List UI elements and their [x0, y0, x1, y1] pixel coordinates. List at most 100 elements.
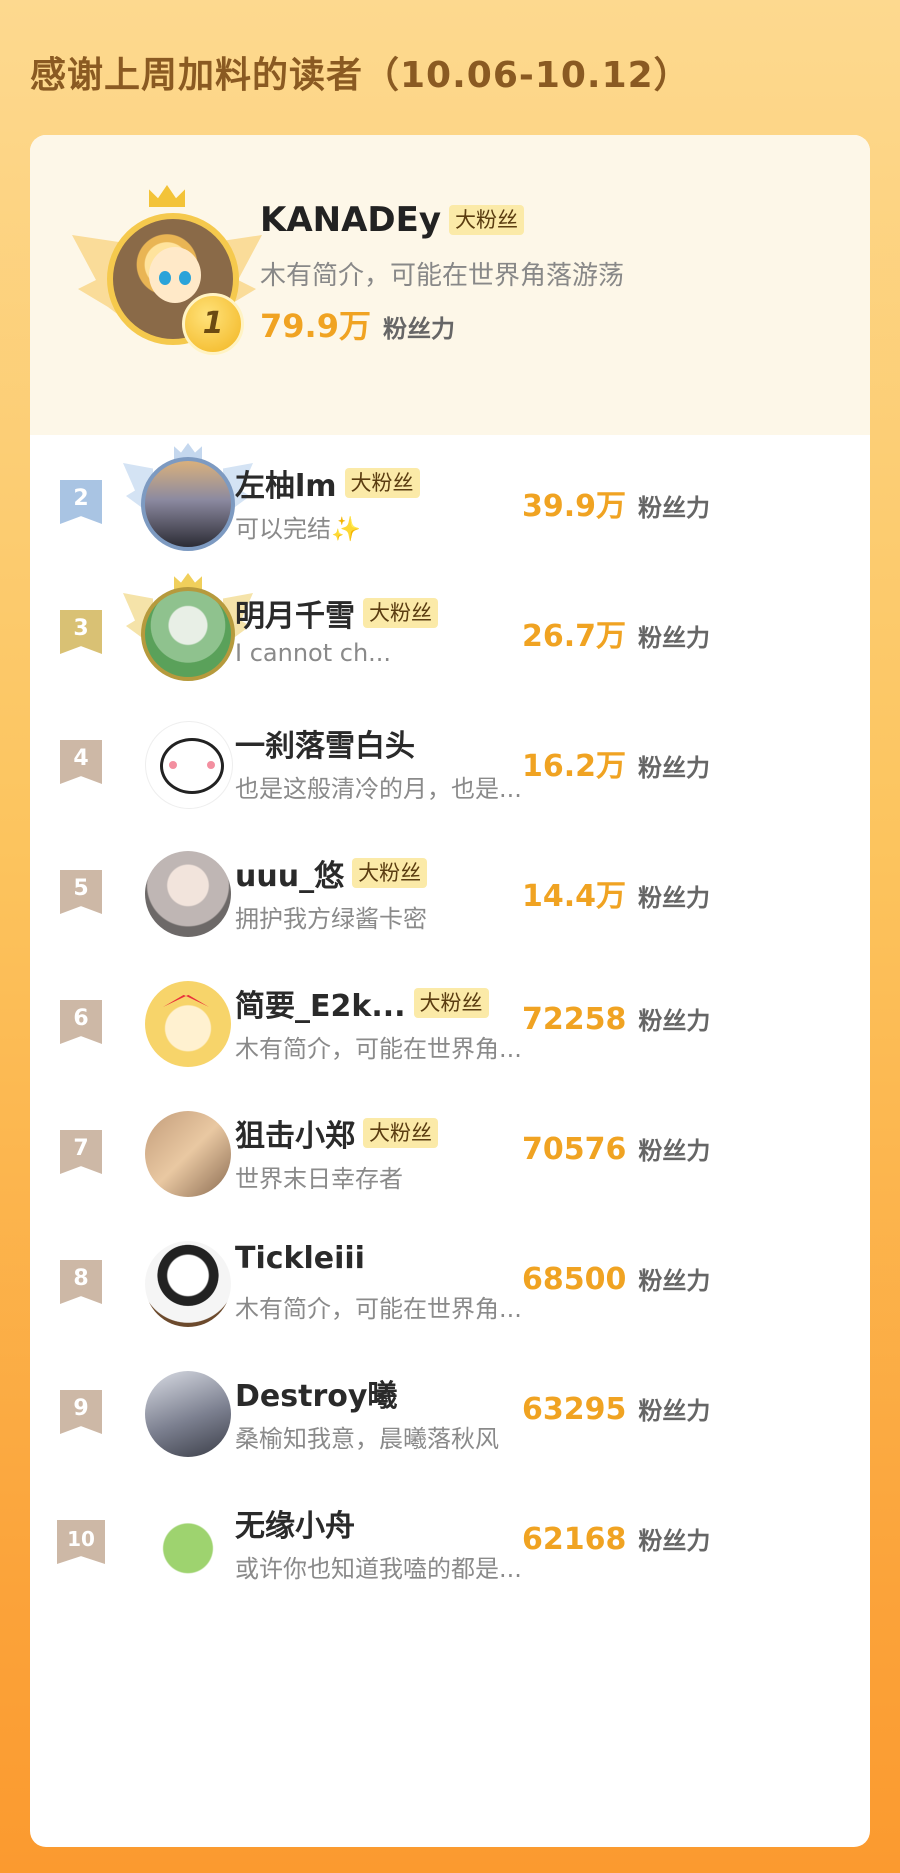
score-value: 62168	[522, 1522, 627, 1557]
score-unit: 粉丝力	[638, 884, 711, 912]
user-bio: 木有简介，可能在世界角落游荡	[260, 261, 625, 291]
score-block: 63295 粉丝力	[522, 1391, 710, 1427]
score-unit: 粉丝力	[638, 1527, 711, 1555]
list-item[interactable]: 10 无缘小舟 或许你也知道我嗑的都是... 62168 粉丝力	[30, 1475, 870, 1605]
user-name[interactable]: 一刹落雪白头	[235, 721, 415, 765]
fan-badge: 大粉丝	[363, 1118, 438, 1148]
user-bio: I cannot ch...	[235, 639, 392, 667]
rank-flag-icon: 2	[60, 480, 102, 524]
score-unit: 粉丝力	[638, 624, 711, 652]
score-block: 39.9万 粉丝力	[522, 481, 710, 525]
score-value: 39.9万	[522, 489, 627, 524]
crown-icon	[149, 185, 185, 207]
avatar[interactable]	[145, 1501, 231, 1587]
fan-badge: 大粉丝	[449, 205, 525, 235]
score-value: 79.9万	[260, 307, 371, 345]
rank-flag-icon: 5	[60, 870, 102, 914]
avatar[interactable]	[145, 1371, 231, 1457]
score-value: 72258	[522, 1002, 627, 1037]
score-unit: 粉丝力	[638, 754, 711, 782]
name-line: 无缘小舟	[235, 1501, 355, 1545]
score-block: 62168 粉丝力	[522, 1521, 710, 1557]
avatar[interactable]	[145, 1241, 231, 1327]
name-line: 明月千雪 大粉丝	[235, 591, 438, 635]
user-name[interactable]: 明月千雪	[235, 591, 355, 635]
name-line: 狙击小郑 大粉丝	[235, 1111, 438, 1155]
avatar-frame	[123, 711, 253, 821]
score-unit: 粉丝力	[638, 1007, 711, 1035]
name-line: 简要_E2k... 大粉丝	[235, 981, 489, 1025]
avatar[interactable]	[141, 457, 235, 551]
avatar[interactable]	[145, 851, 231, 937]
avatar[interactable]	[145, 981, 231, 1067]
user-name[interactable]: 狙击小郑	[235, 1111, 355, 1155]
list-item[interactable]: 2 左柚lm 大粉丝 可以完结✨ 39.9万 粉丝力	[30, 435, 870, 565]
avatar-frame	[123, 443, 253, 561]
list-item[interactable]: 8 Tickleiii 木有简介，可能在世界角... 68500 粉丝力	[30, 1215, 870, 1345]
score-block: 26.7万 粉丝力	[522, 611, 710, 655]
avatar-frame	[123, 841, 253, 951]
rank-flag-icon: 7	[60, 1130, 102, 1174]
list-item[interactable]: 4 一刹落雪白头 也是这般清冷的月，也是... 16.2万 粉丝力	[30, 695, 870, 825]
score-value: 16.2万	[522, 749, 627, 784]
user-name[interactable]: 简要_E2k...	[235, 981, 406, 1025]
name-line: uuu_悠 大粉丝	[235, 851, 428, 895]
list-item[interactable]: 7 狙击小郑 大粉丝 世界末日幸存者 70576 粉丝力	[30, 1085, 870, 1215]
user-bio: 桑榆知我意，晨曦落秋风	[235, 1425, 499, 1453]
avatar-frame	[123, 1101, 253, 1211]
score-block: 16.2万 粉丝力	[522, 741, 710, 785]
user-name[interactable]: 左柚lm	[235, 461, 337, 505]
fan-badge: 大粉丝	[363, 598, 438, 628]
bow-icon	[163, 985, 209, 1007]
fan-badge: 大粉丝	[344, 468, 420, 498]
list-item[interactable]: 6 简要_E2k... 大粉丝 木有简介，可能在世界角... 72258 粉丝力	[30, 955, 870, 1085]
score-value: 68500	[522, 1262, 627, 1297]
rank-flag-icon: 3	[60, 610, 102, 654]
user-bio: 可以完结✨	[235, 515, 361, 543]
avatar-eye-icon	[179, 271, 191, 285]
avatar[interactable]	[145, 1111, 231, 1197]
avatar-eye-icon	[159, 271, 171, 285]
bear-face-icon	[160, 738, 224, 794]
rank-flag-icon: 10	[57, 1520, 105, 1564]
avatar-frame	[123, 971, 253, 1081]
user-bio: 或许你也知道我嗑的都是...	[235, 1555, 522, 1583]
user-bio: 木有简介，可能在世界角...	[235, 1295, 522, 1323]
user-bio: 也是这般清冷的月，也是...	[235, 775, 522, 803]
rank-coin-icon: 1	[182, 293, 244, 355]
user-name[interactable]: Tickleiii	[235, 1241, 365, 1276]
rank-flag-icon: 6	[60, 1000, 102, 1044]
score-value: 63295	[522, 1392, 627, 1427]
list-item[interactable]: 5 uuu_悠 大粉丝 拥护我方绿酱卡密 14.4万 粉丝力	[30, 825, 870, 955]
user-bio: 拥护我方绿酱卡密	[235, 905, 427, 933]
avatar-frame	[123, 1231, 253, 1341]
user-name[interactable]: uuu_悠	[235, 851, 344, 895]
rank-flag-icon: 4	[60, 740, 102, 784]
score-block: 70576 粉丝力	[522, 1131, 710, 1167]
rank-flag-icon: 8	[60, 1260, 102, 1304]
avatar-frame	[123, 1361, 253, 1471]
list-item[interactable]: 9 Destroy曦 桑榆知我意，晨曦落秋风 63295 粉丝力	[30, 1345, 870, 1475]
user-name[interactable]: 无缘小舟	[235, 1501, 355, 1545]
score-block: 14.4万 粉丝力	[522, 871, 710, 915]
list-item[interactable]: 3 明月千雪 大粉丝 I cannot ch... 26.7万 粉丝力	[30, 565, 870, 695]
leaderboard-card: 1 KANADEy 大粉丝 木有简介，可能在世界角落游荡 79.9万 粉丝力 2	[30, 135, 870, 1847]
score-unit: 粉丝力	[638, 1137, 711, 1165]
top1-avatar-frame: 1	[72, 185, 262, 375]
score-unit: 粉丝力	[382, 315, 455, 343]
avatar[interactable]	[145, 721, 233, 809]
user-name[interactable]: Destroy曦	[235, 1371, 397, 1415]
score-value: 26.7万	[522, 619, 627, 654]
user-name[interactable]: KANADEy	[260, 200, 441, 240]
name-line: 左柚lm 大粉丝	[235, 461, 420, 505]
score-block: 72258 粉丝力	[522, 1001, 710, 1037]
score-value: 14.4万	[522, 879, 627, 914]
rank-flag-icon: 9	[60, 1390, 102, 1434]
top1-row[interactable]: 1 KANADEy 大粉丝 木有简介，可能在世界角落游荡 79.9万 粉丝力	[30, 135, 870, 435]
name-line: 一刹落雪白头	[235, 721, 415, 765]
score-unit: 粉丝力	[638, 1397, 711, 1425]
score-value: 70576	[522, 1132, 627, 1167]
user-bio: 世界末日幸存者	[235, 1165, 403, 1193]
fan-badge: 大粉丝	[352, 858, 428, 888]
avatar[interactable]	[141, 587, 235, 681]
